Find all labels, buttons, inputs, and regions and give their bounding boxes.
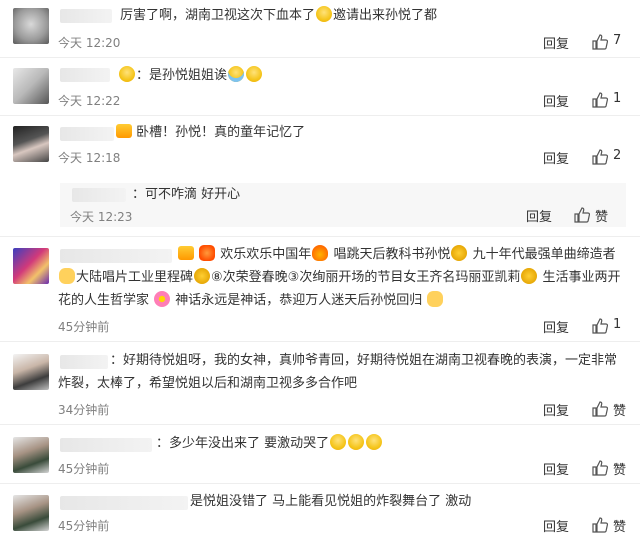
- like-button-label[interactable]: 赞: [613, 400, 626, 419]
- timestamp: 今天 12:23: [70, 210, 133, 224]
- vip-crown-icon: [116, 124, 132, 138]
- like-button-label[interactable]: 赞: [613, 459, 626, 478]
- reply-text: ：可不咋滴 好开心: [132, 187, 241, 202]
- username-blurred[interactable]: [72, 188, 126, 202]
- surprised-emoji-icon: [246, 66, 263, 82]
- reply-button[interactable]: 回复: [543, 33, 569, 52]
- timestamp: 45分钟前: [58, 462, 110, 476]
- avatar[interactable]: [13, 495, 49, 531]
- username-blurred[interactable]: [60, 438, 152, 452]
- avatar[interactable]: [13, 8, 49, 44]
- timestamp: 今天 12:20: [58, 36, 121, 50]
- thumbs-up-icon[interactable]: [592, 460, 608, 476]
- divider: [0, 341, 640, 342]
- comment-text-line-1: 欢乐欢乐中国年 唱跳天后教科书孙悦 九十年代最强单曲缔造者: [176, 245, 616, 265]
- timestamp: 34分钟前: [58, 403, 110, 417]
- thumbs-up-icon[interactable]: [592, 92, 608, 108]
- comment-text: ：是孙悦姐姐诶: [118, 66, 263, 86]
- comment-text: 是悦姐没错了 马上能看见悦姐的炸裂舞台了 激动: [190, 494, 472, 509]
- reply-button[interactable]: 回复: [543, 317, 569, 336]
- comment-text-line-3: 花的人生哲学家 神话永远是神话，恭迎万人迷天后孙悦回归: [58, 291, 444, 311]
- reply-button[interactable]: 回复: [543, 516, 569, 535]
- username-blurred[interactable]: [60, 496, 188, 510]
- username-blurred[interactable]: [60, 68, 110, 82]
- sun-emoji-icon: [194, 268, 211, 284]
- reply-button[interactable]: 回复: [543, 91, 569, 110]
- reply-button[interactable]: 回复: [543, 148, 569, 167]
- nested-reply: ：可不咋滴 好开心 今天 12:23 回复 赞: [60, 183, 626, 227]
- thumbs-up-icon[interactable]: [592, 149, 608, 165]
- crying-emoji-icon: [228, 66, 245, 82]
- divider: [0, 115, 640, 116]
- avatar[interactable]: [13, 248, 49, 284]
- reply-button[interactable]: 回复: [543, 400, 569, 419]
- like-button-label[interactable]: 赞: [613, 516, 626, 535]
- divider: [0, 57, 640, 58]
- comment-text: ：多少年没出来了 要激动哭了: [156, 434, 383, 454]
- timestamp: 45分钟前: [58, 320, 110, 334]
- comment-text: 厉害了啊，湖南卫视这次下血本了 邀请出来孙悦了都: [120, 6, 438, 23]
- medal-emoji-icon: [521, 268, 538, 284]
- laughing-emoji-icon: [330, 434, 347, 450]
- like-count: 7: [613, 33, 622, 48]
- comment-text-line-2: 炸裂，太棒了，希望悦姐以后和湖南卫视多多合作吧: [58, 376, 358, 391]
- crown-emoji-icon: [451, 245, 468, 261]
- like-count: 1: [613, 317, 622, 332]
- vip-crown-icon: [178, 246, 194, 260]
- like-count: 2: [613, 148, 622, 163]
- thumbs-up-icon[interactable]: [592, 318, 608, 334]
- angry-emoji-icon: [119, 66, 135, 82]
- thumbs-up-icon[interactable]: [574, 207, 590, 223]
- reply-button[interactable]: 回复: [526, 206, 552, 225]
- laughing-emoji-icon: [316, 6, 333, 22]
- thumbs-up-icon[interactable]: [592, 401, 608, 417]
- comment-text: 卧槽！孙悦！真的童年记忆了: [114, 123, 305, 143]
- like-count: 1: [613, 91, 622, 106]
- timestamp: 45分钟前: [58, 519, 110, 533]
- flower-emoji-icon: [154, 291, 171, 307]
- comment-text-line-2: 大陆唱片工业里程碑 ⑧次荣登春晚③次绚丽开场的节目女王齐名玛丽亚凯莉 生活事业两开: [58, 268, 620, 288]
- timestamp: 今天 12:22: [58, 94, 121, 108]
- fire-emoji-icon: [312, 245, 329, 261]
- divider: [0, 424, 640, 425]
- avatar[interactable]: [13, 68, 49, 104]
- thumbs-up-icon[interactable]: [592, 517, 608, 533]
- username-blurred[interactable]: [60, 9, 112, 23]
- thumbs-up-icon[interactable]: [592, 34, 608, 50]
- clap-emoji-icon: [427, 291, 444, 307]
- like-button-label[interactable]: 赞: [595, 206, 608, 225]
- firework-emoji-icon: [199, 245, 216, 261]
- avatar[interactable]: [13, 437, 49, 473]
- username-blurred[interactable]: [60, 249, 172, 263]
- reply-button[interactable]: 回复: [543, 459, 569, 478]
- divider: [0, 483, 640, 484]
- username-blurred[interactable]: [60, 127, 114, 141]
- avatar[interactable]: [13, 354, 49, 390]
- divider: [0, 236, 640, 237]
- laughing-emoji-icon: [366, 434, 383, 450]
- hand-emoji-icon: [59, 268, 75, 284]
- comment-text-line-1: ：好期待悦姐呀，我的女神，真帅爷青回，好期待悦姐在湖南卫视春晚的表演，一定非常: [110, 353, 618, 368]
- timestamp: 今天 12:18: [58, 151, 121, 165]
- avatar[interactable]: [13, 126, 49, 162]
- username-blurred[interactable]: [60, 355, 108, 369]
- laughing-emoji-icon: [348, 434, 365, 450]
